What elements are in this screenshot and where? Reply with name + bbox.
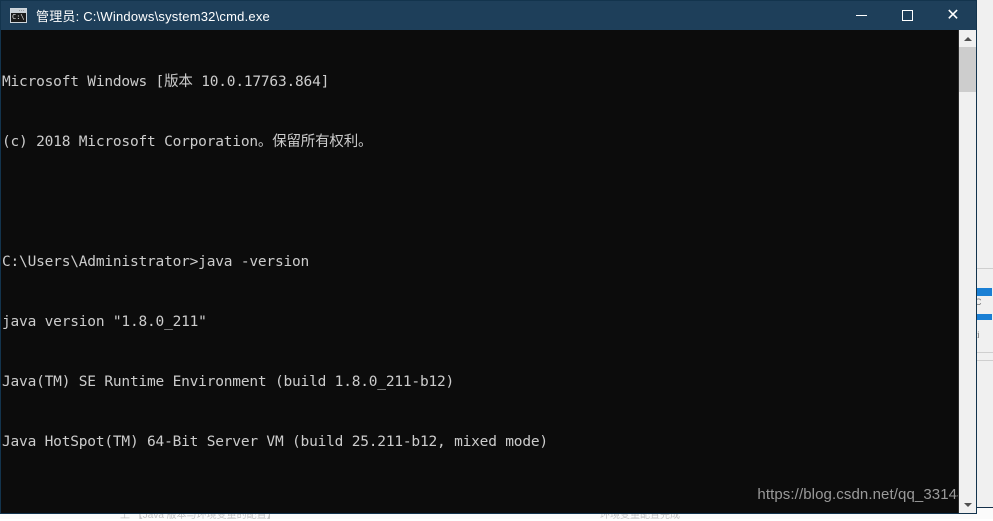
window-title: 管理员: C:\Windows\system32\cmd.exe — [36, 9, 270, 24]
window-titlebar[interactable]: ··· C:\ 管理员: C:\Windows\system32\cmd.exe… — [1, 1, 976, 30]
terminal-line: Java(TM) SE Runtime Environment (build 1… — [2, 374, 455, 390]
chevron-down-icon — [963, 502, 972, 507]
window-controls: ✕ — [838, 1, 976, 30]
background-right-fragment: ti — [975, 330, 980, 340]
background-right-divider — [975, 268, 993, 269]
minimize-button[interactable] — [838, 1, 884, 30]
terminal-line: C:\Users\Administrator>java -version — [2, 254, 310, 270]
background-right-fragment: C — [975, 297, 982, 307]
background-right-divider — [975, 360, 993, 361]
scroll-down-arrow[interactable] — [959, 496, 976, 513]
maximize-icon — [901, 10, 913, 21]
console-output-area[interactable]: Microsoft Windows [版本 10.0.17763.864] (c… — [1, 30, 974, 513]
terminal-line: java version "1.8.0_211" — [2, 314, 207, 330]
background-right-accent — [975, 288, 992, 296]
console-body: Microsoft Windows [版本 10.0.17763.864] (c… — [1, 30, 976, 513]
terminal-line: Microsoft Windows [版本 10.0.17763.864] — [2, 74, 330, 90]
minimize-icon — [855, 15, 867, 16]
watermark-url: https://blog.csdn.net/qq_331445 — [757, 486, 974, 503]
maximize-button[interactable] — [884, 1, 930, 30]
terminal-line: (c) 2018 Microsoft Corporation。保留所有权利。 — [2, 134, 373, 150]
command-prompt-window: ··· C:\ 管理员: C:\Windows\system32\cmd.exe… — [0, 0, 977, 514]
close-icon: ✕ — [946, 6, 960, 24]
close-button[interactable]: ✕ — [930, 1, 976, 30]
background-right-accent — [975, 314, 992, 320]
scroll-thumb[interactable] — [959, 47, 976, 92]
console-scrollbar[interactable] — [958, 30, 976, 513]
cmd-console-icon: ··· C:\ — [10, 8, 27, 23]
background-right-divider — [975, 352, 993, 353]
chevron-up-icon — [963, 36, 972, 41]
terminal-line: Java HotSpot(TM) 64-Bit Server VM (build… — [2, 434, 548, 450]
icon-prompt-text: C:\ — [12, 13, 25, 21]
scroll-up-arrow[interactable] — [959, 30, 976, 47]
